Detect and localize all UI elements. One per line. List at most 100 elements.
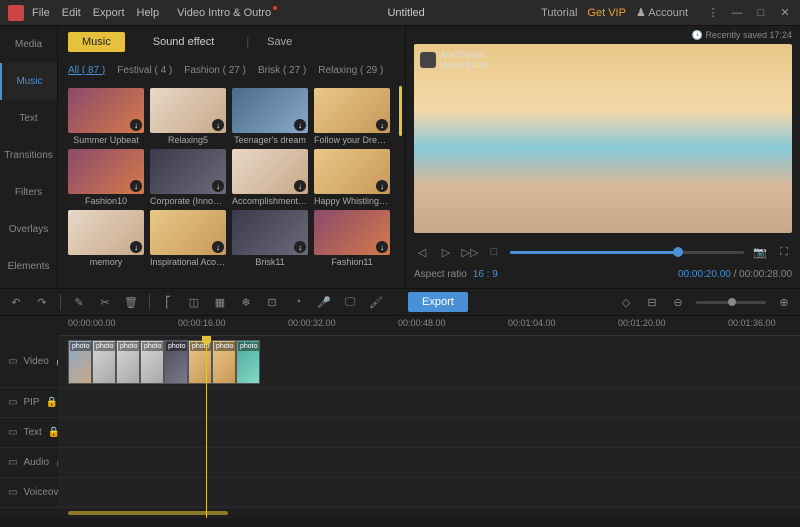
more-icon[interactable]: ⋮ — [706, 6, 720, 20]
download-icon[interactable]: ↓ — [376, 241, 388, 253]
zoom-handle[interactable] — [728, 298, 736, 306]
playhead[interactable] — [206, 336, 207, 518]
duration-icon[interactable]: ◔ — [290, 294, 306, 310]
timeline-scrollbar[interactable] — [68, 511, 228, 515]
timeline-clip[interactable] — [236, 340, 260, 384]
sidebar-item-overlays[interactable]: Overlays — [0, 211, 57, 248]
zoom-icon[interactable]: ⊡ — [264, 294, 280, 310]
timeline-clip[interactable] — [68, 340, 92, 384]
menu-intro-outro[interactable]: Video Intro & Outro — [177, 7, 271, 19]
timeline-clip[interactable] — [92, 340, 116, 384]
seek-bar[interactable] — [510, 251, 744, 254]
lock-icon[interactable]: 🔒 — [46, 397, 58, 408]
media-item[interactable]: ↓Summer Upbeat — [68, 88, 144, 145]
tutorial-link[interactable]: Tutorial — [541, 7, 577, 19]
freeze-icon[interactable]: ❄ — [238, 294, 254, 310]
sidebar-item-filters[interactable]: Filters — [0, 174, 57, 211]
undo-icon[interactable]: ↶ — [8, 294, 24, 310]
category-all[interactable]: All ( 87 ) — [68, 65, 105, 76]
media-item[interactable]: ↓Happy Whistling U... — [314, 149, 390, 206]
download-icon[interactable]: ↓ — [376, 119, 388, 131]
track-body[interactable] — [58, 418, 800, 447]
screen-icon[interactable]: 🖵 — [342, 294, 358, 310]
track-body[interactable] — [58, 448, 800, 477]
menu-edit[interactable]: Edit — [62, 7, 81, 19]
timeline-clip[interactable] — [116, 340, 140, 384]
get-vip-link[interactable]: Get VIP — [587, 7, 626, 19]
download-icon[interactable]: ↓ — [130, 119, 142, 131]
crop-icon[interactable]: ◫ — [186, 294, 202, 310]
edit-icon[interactable]: ✎ — [71, 294, 87, 310]
download-icon[interactable]: ↓ — [294, 180, 306, 192]
export-button[interactable]: Export — [408, 292, 468, 312]
sidebar-item-elements[interactable]: Elements — [0, 248, 57, 285]
sidebar-item-transitions[interactable]: Transitions — [0, 137, 57, 174]
color-icon[interactable]: 🖌 — [368, 294, 384, 310]
fullscreen-icon[interactable]: ⛶ — [776, 244, 792, 260]
media-item[interactable]: ↓Teenager's dream — [232, 88, 308, 145]
stop-icon[interactable]: □ — [486, 244, 502, 260]
track-body[interactable] — [58, 388, 800, 417]
fit-icon[interactable]: ⊟ — [644, 294, 660, 310]
account-link[interactable]: ♟ Account — [636, 6, 688, 19]
sidebar-item-media[interactable]: Media — [0, 26, 57, 63]
delete-icon[interactable]: 🗑 — [123, 294, 139, 310]
tab-sound-effect[interactable]: Sound effect — [139, 32, 229, 52]
sidebar-item-music[interactable]: Music — [0, 63, 57, 100]
download-icon[interactable]: ↓ — [376, 180, 388, 192]
media-item[interactable]: ↓Follow your Dreams — [314, 88, 390, 145]
media-item[interactable]: ↓Corporate (Innovat... — [150, 149, 226, 206]
media-item[interactable]: ↓Fashion10 — [68, 149, 144, 206]
download-icon[interactable]: ↓ — [294, 119, 306, 131]
download-icon[interactable]: ↓ — [212, 180, 224, 192]
voice-icon[interactable]: 🎤 — [316, 294, 332, 310]
download-icon[interactable]: ↓ — [294, 241, 306, 253]
media-item[interactable]: ↓memory — [68, 210, 144, 267]
play-icon[interactable]: ▷ — [438, 244, 454, 260]
media-item[interactable]: ↓Accomplishment Full — [232, 149, 308, 206]
zoom-slider[interactable] — [696, 301, 766, 304]
prev-frame-icon[interactable]: ◁ — [414, 244, 430, 260]
category-relaxing[interactable]: Relaxing ( 29 ) — [318, 65, 383, 76]
close-icon[interactable]: ✕ — [778, 6, 792, 20]
sidebar-item-text[interactable]: Text — [0, 100, 57, 137]
time-ruler[interactable]: 00:00:00.0000:00:16.0000:00:32.0000:00:4… — [58, 316, 800, 336]
media-item[interactable]: ↓Fashion11 — [314, 210, 390, 267]
tab-music[interactable]: Music — [68, 32, 125, 52]
mosaic-icon[interactable]: ▦ — [212, 294, 228, 310]
seek-handle[interactable] — [673, 247, 683, 257]
category-fashion[interactable]: Fashion ( 27 ) — [184, 65, 246, 76]
menu-help[interactable]: Help — [137, 7, 160, 19]
media-item[interactable]: ↓Inspirational Acous... — [150, 210, 226, 267]
media-scrollbar[interactable] — [399, 86, 402, 136]
aspect-ratio-value[interactable]: 16 : 9 — [473, 269, 498, 280]
snapshot-icon[interactable]: 📷 — [752, 244, 768, 260]
timeline-clip[interactable] — [164, 340, 188, 384]
timeline-clip[interactable] — [212, 340, 236, 384]
preview-viewport[interactable]: AceThinkerVideo Editor — [414, 44, 792, 233]
track-body[interactable] — [58, 336, 800, 387]
timeline-clip[interactable] — [140, 340, 164, 384]
timeline-clip[interactable] — [188, 340, 212, 384]
download-icon[interactable]: ↓ — [130, 180, 142, 192]
media-item[interactable]: ↓Brisk11 — [232, 210, 308, 267]
download-icon[interactable]: ↓ — [212, 241, 224, 253]
zoom-out-icon[interactable]: ⊖ — [670, 294, 686, 310]
menu-file[interactable]: File — [32, 7, 50, 19]
minimize-icon[interactable]: — — [730, 6, 744, 20]
category-festival[interactable]: Festival ( 4 ) — [117, 65, 172, 76]
split-icon[interactable]: ✂ — [97, 294, 113, 310]
media-item[interactable]: ↓Relaxing5 — [150, 88, 226, 145]
redo-icon[interactable]: ↷ — [34, 294, 50, 310]
track-body[interactable] — [58, 478, 800, 507]
next-frame-icon[interactable]: ▷▷ — [462, 244, 478, 260]
download-icon[interactable]: ↓ — [212, 119, 224, 131]
crop-start-icon[interactable]: ⎡ — [160, 294, 176, 310]
maximize-icon[interactable]: □ — [754, 6, 768, 20]
zoom-in-icon[interactable]: ⊕ — [776, 294, 792, 310]
save-link[interactable]: Save — [267, 36, 292, 48]
marker-icon[interactable]: ◇ — [618, 294, 634, 310]
category-brisk[interactable]: Brisk ( 27 ) — [258, 65, 306, 76]
download-icon[interactable]: ↓ — [130, 241, 142, 253]
menu-export[interactable]: Export — [93, 7, 125, 19]
